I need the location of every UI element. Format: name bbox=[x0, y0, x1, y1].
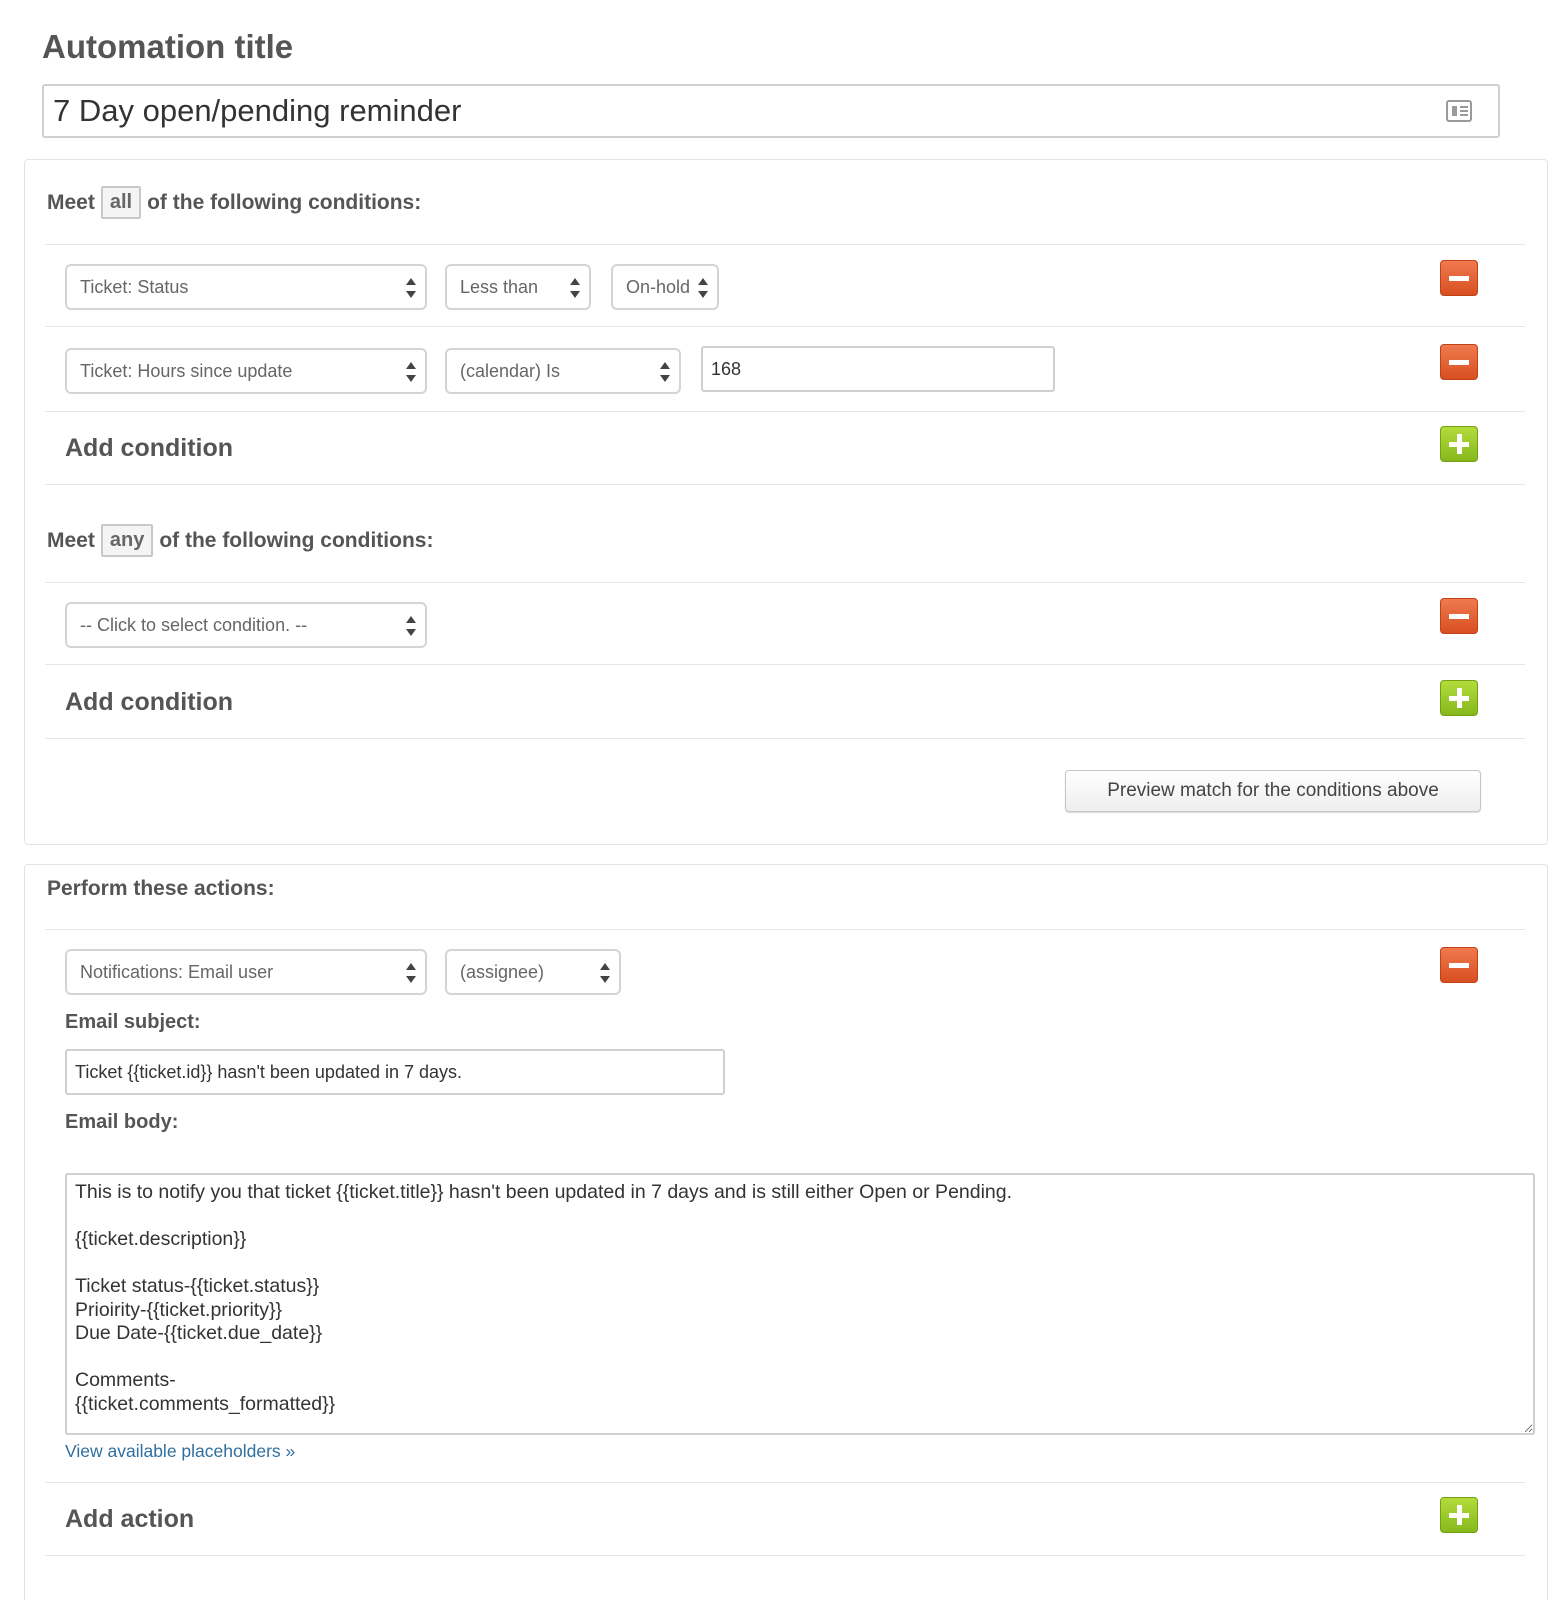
select-arrows-icon bbox=[406, 362, 416, 382]
meet-any-heading: Meet any of the following conditions: bbox=[47, 524, 433, 557]
automation-title-field-wrapper bbox=[42, 84, 1500, 138]
remove-condition-button[interactable] bbox=[1440, 344, 1478, 380]
select-arrows-icon bbox=[600, 963, 610, 983]
match-mode-any[interactable]: any bbox=[100, 524, 154, 557]
email-subject-label: Email subject: bbox=[65, 1011, 201, 1033]
add-condition-label: Add condition bbox=[65, 688, 234, 716]
divider bbox=[45, 484, 1525, 485]
divider bbox=[45, 664, 1525, 665]
condition-operator-value: (calendar) Is bbox=[460, 360, 561, 381]
meet-all-suffix: of the following conditions: bbox=[147, 190, 422, 214]
divider bbox=[45, 1555, 1525, 1556]
add-condition-label: Add condition bbox=[65, 434, 234, 462]
condition-operator-value: Less than bbox=[460, 276, 539, 297]
meet-all-prefix: Meet bbox=[47, 190, 95, 214]
select-arrows-icon bbox=[406, 278, 416, 298]
select-arrows-icon bbox=[660, 362, 670, 382]
condition-field-value: Ticket: Status bbox=[80, 276, 189, 297]
view-placeholders-link[interactable]: View available placeholders » bbox=[65, 1441, 295, 1462]
divider bbox=[45, 582, 1525, 583]
actions-panel: Perform these actions: Notifications: Em… bbox=[24, 864, 1548, 1600]
action-type-select[interactable]: Notifications: Email user bbox=[65, 949, 427, 995]
condition-field-value: -- Click to select condition. -- bbox=[80, 614, 308, 635]
action-target-select[interactable]: (assignee) bbox=[445, 949, 621, 995]
remove-condition-button[interactable] bbox=[1440, 260, 1478, 296]
select-arrows-icon bbox=[698, 278, 708, 298]
add-condition-button[interactable] bbox=[1440, 426, 1478, 462]
automation-title-label: Automation title bbox=[42, 28, 294, 65]
preview-match-button[interactable]: Preview match for the conditions above bbox=[1065, 770, 1481, 812]
condition-operator-select[interactable]: (calendar) Is bbox=[445, 348, 681, 394]
divider bbox=[45, 1482, 1525, 1483]
select-arrows-icon bbox=[570, 278, 580, 298]
card-icon[interactable] bbox=[1446, 100, 1472, 122]
remove-condition-button[interactable] bbox=[1440, 598, 1478, 634]
condition-field-value: Ticket: Hours since update bbox=[80, 360, 293, 381]
select-arrows-icon bbox=[406, 963, 416, 983]
divider bbox=[45, 738, 1525, 739]
actions-heading: Perform these actions: bbox=[47, 877, 275, 900]
condition-field-select[interactable]: Ticket: Hours since update bbox=[65, 348, 427, 394]
divider bbox=[45, 929, 1525, 930]
meet-any-prefix: Meet bbox=[47, 528, 95, 552]
divider bbox=[45, 326, 1525, 327]
match-mode-all[interactable]: all bbox=[100, 186, 142, 219]
condition-value-text: On-hold bbox=[626, 276, 691, 297]
add-action-button[interactable] bbox=[1440, 1497, 1478, 1533]
email-body-label: Email body: bbox=[65, 1111, 179, 1133]
action-target-value: (assignee) bbox=[460, 961, 545, 982]
email-subject-input[interactable] bbox=[65, 1049, 725, 1095]
condition-field-select[interactable]: -- Click to select condition. -- bbox=[65, 602, 427, 648]
meet-any-suffix: of the following conditions: bbox=[159, 528, 434, 552]
automation-title-input[interactable] bbox=[44, 86, 1498, 136]
condition-value-select[interactable]: On-hold bbox=[611, 264, 719, 310]
action-type-value: Notifications: Email user bbox=[80, 961, 274, 982]
meet-all-heading: Meet all of the following conditions: bbox=[47, 186, 421, 219]
email-body-textarea[interactable]: This is to notify you that ticket {{tick… bbox=[65, 1173, 1535, 1435]
condition-field-select[interactable]: Ticket: Status bbox=[65, 264, 427, 310]
add-action-label: Add action bbox=[65, 1505, 195, 1533]
condition-value-input[interactable] bbox=[701, 346, 1055, 392]
add-condition-button[interactable] bbox=[1440, 680, 1478, 716]
divider bbox=[45, 411, 1525, 412]
condition-operator-select[interactable]: Less than bbox=[445, 264, 591, 310]
select-arrows-icon bbox=[406, 616, 416, 636]
remove-action-button[interactable] bbox=[1440, 947, 1478, 983]
conditions-panel: Meet all of the following conditions: Ti… bbox=[24, 159, 1548, 845]
divider bbox=[45, 244, 1525, 245]
